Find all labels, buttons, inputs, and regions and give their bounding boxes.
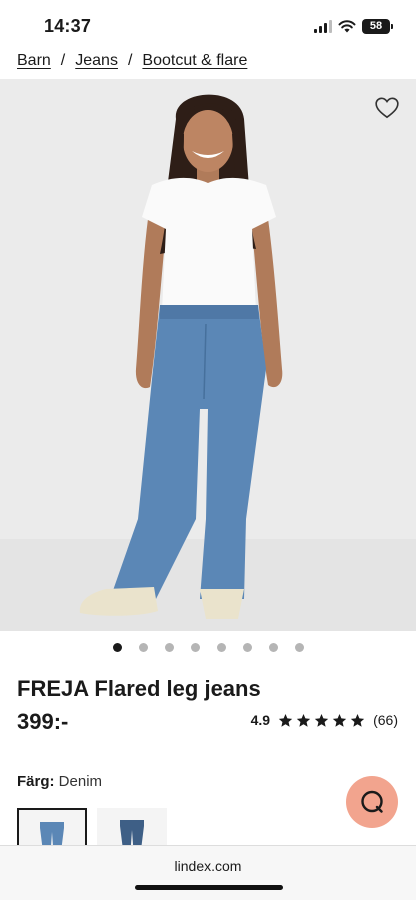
gallery-dot[interactable] xyxy=(190,643,200,652)
color-label: Färg: Denim xyxy=(17,773,102,790)
status-icons: 58 xyxy=(314,18,393,34)
breadcrumb-separator: / xyxy=(127,52,133,69)
gallery-dot[interactable] xyxy=(242,643,252,652)
gallery-dot[interactable] xyxy=(294,643,304,652)
gallery-pagination xyxy=(0,643,416,652)
rating-stars xyxy=(278,713,365,728)
rating-score: 4.9 xyxy=(250,712,271,728)
gallery-dot[interactable] xyxy=(112,643,122,652)
product-model-illustration xyxy=(79,94,283,619)
breadcrumb: Barn / Jeans / Bootcut & flare xyxy=(17,48,247,74)
color-label-key: Färg: xyxy=(17,773,55,790)
star-icon xyxy=(332,713,347,727)
star-icon xyxy=(350,713,365,727)
battery-icon: 58 xyxy=(362,18,393,34)
breadcrumb-link-bootcut-flare[interactable]: Bootcut & flare xyxy=(142,52,247,70)
star-icon xyxy=(296,713,311,727)
status-bar: 14:37 58 xyxy=(0,0,416,46)
product-rating[interactable]: 4.9 (66) xyxy=(251,712,398,728)
heart-icon[interactable] xyxy=(374,95,400,121)
status-time: 14:37 xyxy=(44,16,92,36)
gallery-dot[interactable] xyxy=(138,643,148,652)
gallery-dot[interactable] xyxy=(216,643,226,652)
color-label-value: Denim xyxy=(58,773,103,790)
url-text[interactable]: lindex.com xyxy=(0,858,416,874)
breadcrumb-link-barn[interactable]: Barn xyxy=(17,52,51,70)
review-count: (66) xyxy=(373,712,398,728)
gallery-dot[interactable] xyxy=(268,643,278,652)
breadcrumb-link-jeans[interactable]: Jeans xyxy=(75,52,118,70)
browser-url-bar[interactable]: lindex.com xyxy=(0,845,416,900)
wifi-icon xyxy=(338,20,356,33)
gallery-dot[interactable] xyxy=(164,643,174,652)
breadcrumb-separator: / xyxy=(60,52,66,69)
star-icon xyxy=(278,713,293,727)
product-image[interactable] xyxy=(0,79,416,631)
cellular-signal-icon xyxy=(314,19,332,33)
product-price: 399:- xyxy=(17,709,69,734)
product-title: FREJA Flared leg jeans xyxy=(17,676,261,701)
home-indicator[interactable] xyxy=(135,885,283,890)
chat-button[interactable] xyxy=(346,776,398,828)
chat-bubble-icon xyxy=(361,790,383,813)
star-icon xyxy=(314,713,329,727)
